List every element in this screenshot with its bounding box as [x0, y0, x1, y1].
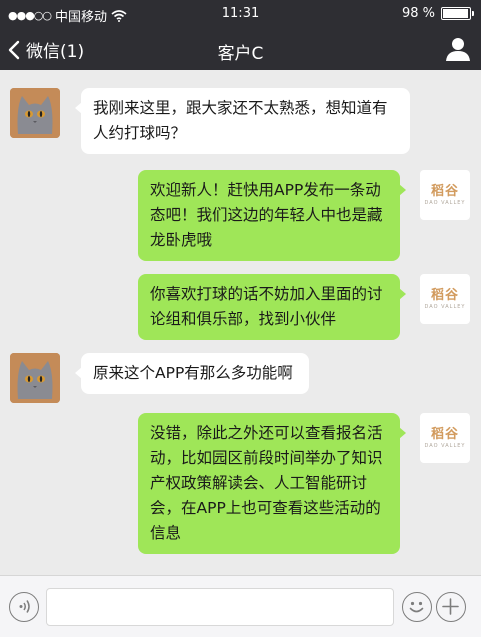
- my-avatar[interactable]: 稻谷 DAO VALLEY: [420, 170, 470, 220]
- message-line: 信息: [150, 524, 182, 542]
- battery-percent: 98 %: [401, 6, 435, 21]
- message-line: 欢迎新人！赶快用APP发布一条动: [150, 181, 381, 199]
- battery-fill: [443, 9, 469, 18]
- message-line: 态吧！我们这边的年轻人中也是藏: [150, 206, 383, 224]
- brand-logo-sub: DAO VALLEY: [424, 442, 466, 449]
- brand-logo-mark: 稻谷: [430, 287, 459, 303]
- cat-avatar-image: [10, 88, 60, 138]
- cat-avatar-image: [10, 353, 60, 403]
- input-bar: [0, 575, 481, 637]
- message-bubble-outgoing[interactable]: 欢迎新人！赶快用APP发布一条动 态吧！我们这边的年轻人中也是藏 龙卧虎哦: [138, 170, 406, 261]
- voice-icon: [19, 600, 30, 613]
- message-input[interactable]: [46, 588, 394, 626]
- message-bubble-outgoing[interactable]: 没错，除此之外还可以查看报名活 动，比如园区前段时间举办了知识 产权政策解读会、…: [138, 413, 406, 554]
- message-line: 人约打球吗？: [93, 124, 187, 142]
- user-profile-icon[interactable]: [445, 36, 471, 62]
- brand-logo-mark: 稻谷: [430, 183, 459, 199]
- message-line: 论组和俱乐部，找到小伙伴: [150, 310, 337, 328]
- contact-avatar[interactable]: [10, 88, 60, 138]
- contact-avatar[interactable]: [10, 353, 60, 403]
- smiley-icon: [409, 601, 424, 613]
- message-line: 我刚来这里，跟大家还不太熟悉，想知道有: [93, 99, 388, 117]
- brand-logo-sub: DAO VALLEY: [424, 303, 466, 310]
- nav-bar: 微信(1) 客户C: [0, 28, 481, 70]
- battery-icon: [441, 7, 474, 20]
- message-line: 原来这个APP有那么多功能啊: [93, 364, 293, 382]
- message-line: 动，比如园区前段时间举办了知识: [150, 449, 383, 467]
- message-line: 龙卧虎哦: [150, 231, 213, 249]
- message-bubble-outgoing[interactable]: 你喜欢打球的话不妨加入里面的讨 论组和俱乐部，找到小伙伴: [138, 274, 406, 340]
- brand-logo-mark: 稻谷: [430, 426, 459, 442]
- message-line: 产权政策解读会、人工智能研讨: [150, 474, 368, 492]
- emoji-button[interactable]: [402, 592, 432, 622]
- plus-icon: [442, 598, 459, 615]
- status-bar: ●●●○○ 中国移动 11:31 98 %: [0, 0, 481, 28]
- message-line: 会，在APP上也可查看这些活动的: [150, 499, 381, 517]
- message-line: 没错，除此之外还可以查看报名活: [150, 424, 383, 442]
- brand-logo-sub: DAO VALLEY: [424, 199, 466, 206]
- voice-button[interactable]: [9, 592, 39, 622]
- chat-area[interactable]: 我刚来这里，跟大家还不太熟悉，想知道有 人约打球吗？ 欢迎新人！赶快用APP发布…: [0, 70, 481, 575]
- my-avatar[interactable]: 稻谷 DAO VALLEY: [420, 413, 470, 463]
- message-bubble-incoming[interactable]: 原来这个APP有那么多功能啊: [75, 353, 309, 394]
- more-button[interactable]: [436, 592, 466, 622]
- battery-area: 98 %: [401, 6, 474, 21]
- chat-title: 客户C: [217, 44, 264, 64]
- message-line: 你喜欢打球的话不妨加入里面的讨: [150, 285, 383, 303]
- my-avatar[interactable]: 稻谷 DAO VALLEY: [420, 274, 470, 324]
- message-bubble-incoming[interactable]: 我刚来这里，跟大家还不太熟悉，想知道有 人约打球吗？: [75, 88, 410, 154]
